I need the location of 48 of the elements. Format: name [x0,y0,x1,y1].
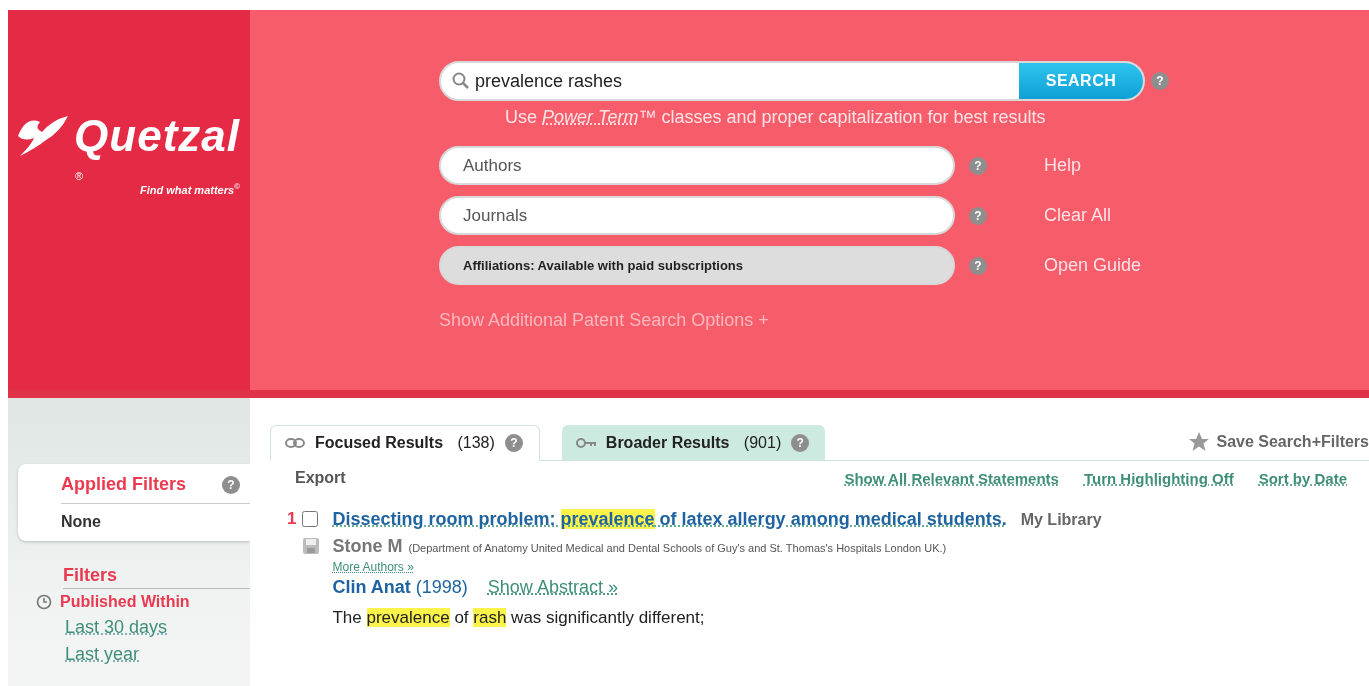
save-icon[interactable] [302,537,321,555]
more-authors-link[interactable]: More Authors » [332,560,414,574]
header-link[interactable]: Clear All [1044,205,1112,226]
my-library-label[interactable]: My Library [1020,511,1102,529]
search-field[interactable]: prevalence rashes SEARCH [439,61,1145,101]
search-icon [451,71,471,91]
search-hint: Use Power Term™ classes and proper capitalization for best results [505,107,1047,128]
toolbar-link[interactable]: Turn Highlighting Off [1083,469,1234,487]
applied-filters-value: None [61,513,102,531]
help-icon[interactable]: ? [1151,72,1169,90]
author-affiliation: (Department of Anatomy United Medical and Dental Schools of Guy's and St. Thomas's Hospitals London UK.) [408,542,947,554]
help-icon[interactable]: ? [791,433,810,452]
more-options-link[interactable]: Show Additional Patent Search Options + [439,310,769,331]
export-link[interactable]: Export [295,469,346,487]
logo-text: Quetzal [74,111,240,161]
result-checkbox[interactable] [302,511,319,527]
header-link[interactable]: Open Guide [1044,255,1142,276]
search-button[interactable]: SEARCH [1019,63,1143,99]
search-field[interactable]: Journals [439,196,955,235]
help-icon[interactable]: ? [969,156,987,175]
filters-title: Filters [63,565,250,589]
tagline: Find what matters$^{©}$ [139,182,240,196]
filter-option[interactable]: Last 30 days [65,617,250,638]
result-title-link[interactable]: Dissecting room problem: prevalence of latex allergy among medical students. [332,509,1007,530]
toolbar-link[interactable]: Show All Relevant Statements [844,469,1059,487]
key-icon [575,436,596,449]
journal-citation: Clin Anat (1998) [332,577,468,598]
author-name: Stone M [332,536,403,557]
header-link[interactable]: Help [1044,155,1082,176]
result-number: 1 [287,509,297,530]
filter-group-title: Published Within [60,593,190,611]
result-snippet: The prevalence of rash was significantly different; [332,608,706,628]
link-icon [285,437,305,449]
registered-mark: ® [74,170,84,182]
filter-option[interactable]: Last year [65,644,250,665]
power-term-link[interactable]: Power Term [542,107,639,127]
clock-icon [36,594,52,610]
help-icon[interactable]: ? [222,475,240,494]
show-abstract-link[interactable]: Show Abstract » [487,577,618,598]
help-icon[interactable]: ? [969,206,987,225]
save-search-button[interactable]: Save Search+Filters [1188,431,1369,453]
help-icon[interactable]: ? [504,434,523,452]
search-field[interactable]: Authors [439,146,955,185]
applied-filters-title: Applied Filters [61,474,186,495]
results-tab[interactable]: Broader Results (901) ? [561,425,826,460]
star-icon [1188,431,1211,453]
results-tab[interactable]: Focused Results (138) ? [270,425,540,461]
toolbar-link[interactable]: Sort by Date [1258,469,1347,487]
